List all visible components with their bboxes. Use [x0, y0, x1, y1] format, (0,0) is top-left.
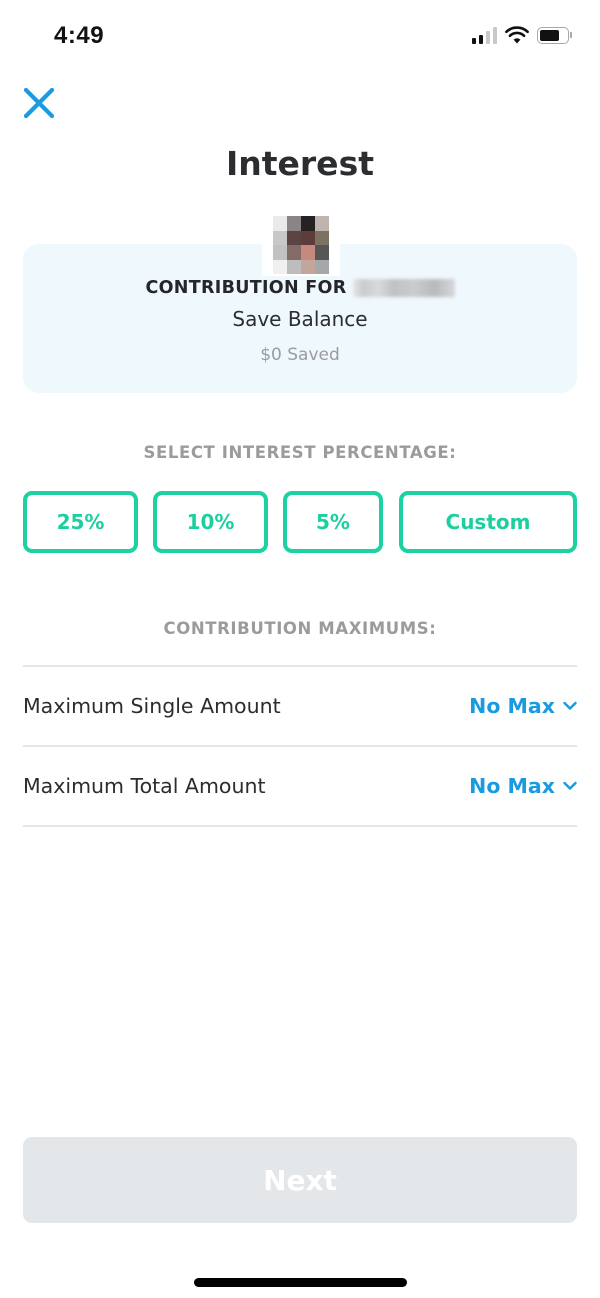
page-title: Interest — [225, 144, 374, 183]
max-total-amount-row: Maximum Total Amount No Max — [23, 747, 577, 825]
battery-level-fill — [540, 29, 559, 41]
close-icon — [23, 87, 55, 119]
interest-option-10[interactable]: 10% — [153, 491, 268, 553]
account-name: Save Balance — [232, 307, 368, 331]
max-total-amount-label: Maximum Total Amount — [23, 774, 266, 798]
close-button[interactable] — [20, 84, 58, 122]
divider — [23, 825, 577, 827]
max-total-amount-value: No Max — [469, 774, 555, 798]
max-single-amount-dropdown[interactable]: No Max — [469, 694, 577, 718]
select-interest-label: SELECT INTEREST PERCENTAGE: — [143, 443, 457, 462]
max-total-amount-dropdown[interactable]: No Max — [469, 774, 577, 798]
contribution-prefix: CONTRIBUTION FOR — [145, 278, 347, 298]
avatar-image-pixelated — [273, 216, 329, 274]
max-single-amount-label: Maximum Single Amount — [23, 694, 281, 718]
interest-option-custom[interactable]: Custom — [399, 491, 577, 553]
wifi-icon — [505, 26, 529, 44]
next-button[interactable]: Next — [23, 1137, 577, 1223]
chevron-down-icon — [563, 701, 577, 710]
battery-icon — [537, 26, 572, 44]
status-icons — [472, 26, 572, 44]
max-single-amount-row: Maximum Single Amount No Max — [23, 667, 577, 745]
interest-option-5[interactable]: 5% — [283, 491, 383, 553]
interest-screen: 4:49 Interest CONTRIBUTION FOR Save Bala… — [0, 0, 600, 1298]
status-bar: 4:49 — [0, 0, 600, 76]
contribution-maximums-label: CONTRIBUTION MAXIMUMS: — [163, 619, 437, 638]
cellular-signal-icon — [472, 26, 497, 44]
avatar — [262, 214, 340, 276]
home-indicator[interactable] — [194, 1278, 407, 1287]
interest-option-25[interactable]: 25% — [23, 491, 138, 553]
saved-amount: $0 Saved — [260, 345, 340, 365]
max-single-amount-value: No Max — [469, 694, 555, 718]
chevron-down-icon — [563, 781, 577, 790]
recipient-name-redacted — [352, 279, 455, 297]
status-time: 4:49 — [54, 22, 105, 49]
contribution-for-label: CONTRIBUTION FOR — [0, 278, 600, 298]
